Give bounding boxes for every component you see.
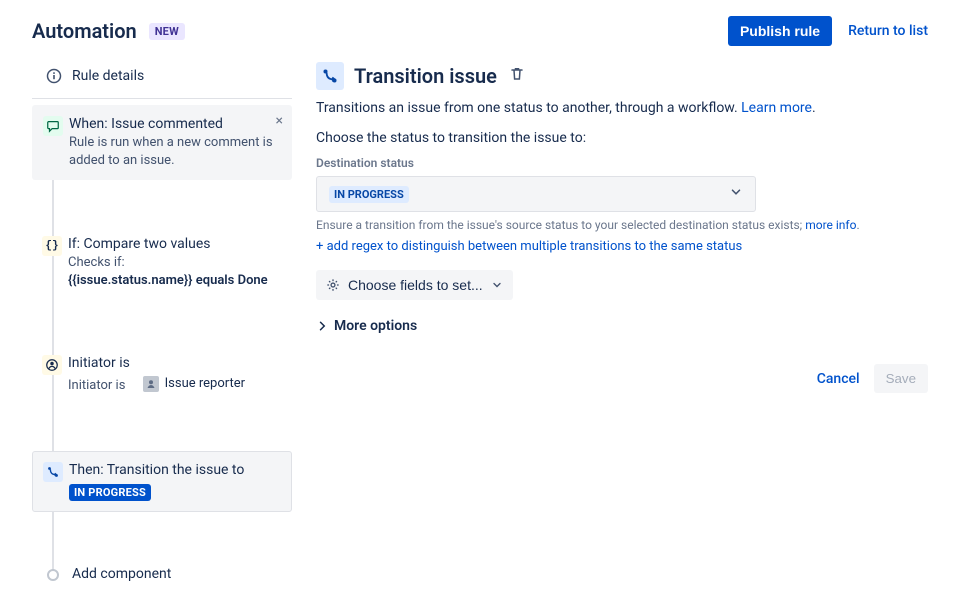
destination-status-select[interactable]: IN PROGRESS [316, 176, 756, 212]
avatar-icon [143, 376, 159, 392]
ensure-transition-help: Ensure a transition from the issue's sou… [316, 218, 928, 232]
step-initiator-title: Initiator is [68, 355, 282, 371]
info-icon [46, 68, 62, 84]
transition-icon [316, 62, 344, 90]
panel-description: Transitions an issue from one status to … [316, 100, 928, 116]
destination-status-value: IN PROGRESS [329, 186, 409, 203]
destination-status-label: Destination status [316, 156, 928, 170]
return-to-list-link[interactable]: Return to list [848, 23, 928, 39]
step-when[interactable]: × When: Issue commented Rule is run when… [32, 105, 292, 180]
add-component-button[interactable]: Add component [32, 558, 292, 590]
learn-more-link[interactable]: Learn more [741, 100, 812, 116]
step-when-title: When: Issue commented [69, 116, 281, 132]
trash-icon[interactable] [509, 66, 525, 86]
step-if-sub: Checks if: {{issue.status.name}} equals … [68, 254, 282, 289]
rule-details-label: Rule details [72, 68, 144, 84]
more-options-toggle[interactable]: More options [316, 318, 928, 334]
status-lozenge: IN PROGRESS [69, 484, 151, 501]
braces-icon: {} [42, 236, 62, 256]
add-regex-link[interactable]: + add regex to distinguish between multi… [316, 239, 742, 254]
chevron-right-icon [316, 320, 328, 332]
rule-details-item[interactable]: Rule details [32, 58, 292, 99]
new-badge: NEW [149, 23, 185, 40]
choose-fields-button[interactable]: Choose fields to set... [316, 270, 513, 300]
panel-title: Transition issue [354, 64, 497, 88]
more-info-link[interactable]: more info [805, 218, 856, 232]
save-button: Save [874, 364, 928, 393]
step-if-title: If: Compare two values [68, 236, 282, 252]
more-options-label: More options [334, 318, 417, 334]
step-then[interactable]: Then: Transition the issue to IN PROGRES… [32, 451, 292, 512]
step-when-sub: Rule is run when a new comment is added … [69, 134, 281, 169]
field-prompt: Choose the status to transition the issu… [316, 130, 928, 146]
choose-fields-label: Choose fields to set... [348, 277, 483, 293]
step-if[interactable]: {} If: Compare two values Checks if: {{i… [32, 226, 292, 299]
user-circle-icon [42, 355, 62, 375]
step-then-title: Then: Transition the issue to [69, 462, 281, 478]
page-title: Automation [32, 19, 137, 43]
gear-icon [326, 278, 340, 292]
add-component-label: Add component [72, 566, 171, 582]
chevron-down-icon [729, 185, 743, 203]
step-initiator[interactable]: Initiator is Initiator is Issue reporter [32, 345, 292, 404]
transition-icon [43, 462, 63, 482]
initiator-chip-label: Issue reporter [165, 375, 245, 393]
close-icon[interactable]: × [276, 114, 283, 128]
add-dot-icon [47, 569, 59, 581]
comment-icon [43, 116, 63, 136]
step-initiator-sub: Initiator is Issue reporter [68, 373, 282, 394]
cancel-button[interactable]: Cancel [817, 371, 860, 387]
chevron-down-icon [491, 279, 503, 291]
publish-rule-button[interactable]: Publish rule [728, 16, 832, 46]
